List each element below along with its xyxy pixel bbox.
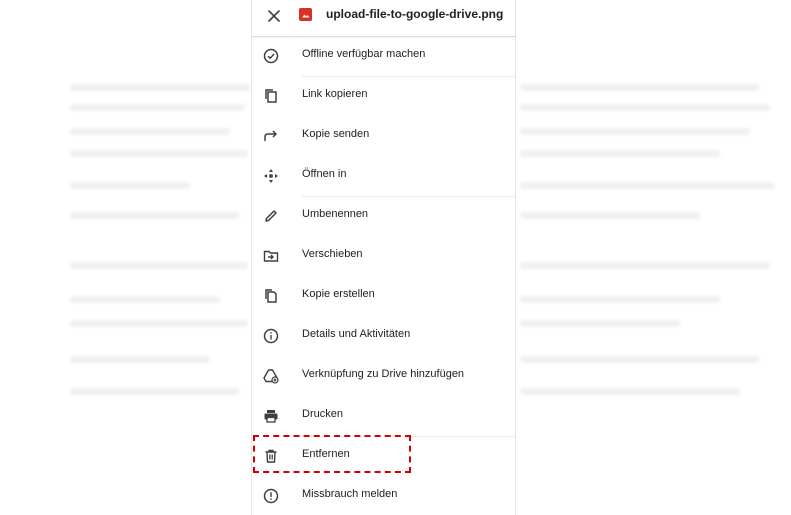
- menu-item-open-in[interactable]: Öffnen in: [252, 156, 515, 196]
- file-actions-sheet: upload-file-to-google-drive.png Offline …: [251, 0, 516, 515]
- screen: upload-file-to-google-drive.png Offline …: [0, 0, 791, 515]
- image-file-icon: [299, 8, 312, 21]
- menu-item-label: Drucken: [302, 408, 343, 420]
- menu-item-offline[interactable]: Offline verfügbar machen: [252, 36, 515, 76]
- menu-item-label: Offline verfügbar machen: [302, 48, 426, 60]
- menu-item-print[interactable]: Drucken: [252, 396, 515, 436]
- menu-item-label: Verschieben: [302, 248, 363, 260]
- menu-item-label: Öffnen in: [302, 168, 347, 180]
- trash-icon: [262, 447, 280, 465]
- menu-item-remove[interactable]: Entfernen: [252, 436, 515, 476]
- info-icon: [262, 327, 280, 345]
- send-arrow-icon: [262, 127, 280, 145]
- menu-item-report-abuse[interactable]: Missbrauch melden: [252, 476, 515, 515]
- printer-icon: [262, 407, 280, 425]
- menu-item-rename[interactable]: Umbenennen: [252, 196, 515, 236]
- menu-item-label: Missbrauch melden: [302, 488, 398, 500]
- menu-item-label: Link kopieren: [302, 88, 368, 100]
- copy-link-icon: [262, 87, 280, 105]
- menu-item-send-copy[interactable]: Kopie senden: [252, 116, 515, 156]
- close-icon[interactable]: [264, 6, 284, 26]
- menu-item-add-shortcut[interactable]: Verknüpfung zu Drive hinzufügen: [252, 356, 515, 396]
- offline-check-icon: [262, 47, 280, 65]
- report-icon: [262, 487, 280, 505]
- menu-item-label: Kopie erstellen: [302, 288, 375, 300]
- menu-item-label: Verknüpfung zu Drive hinzufügen: [302, 368, 465, 380]
- menu-item-details[interactable]: Details und Aktivitäten: [252, 316, 515, 356]
- open-in-move-icon: [262, 167, 280, 185]
- menu-item-label: Details und Aktivitäten: [302, 328, 411, 340]
- duplicate-icon: [262, 287, 280, 305]
- menu-item-move[interactable]: Verschieben: [252, 236, 515, 276]
- move-folder-icon: [262, 247, 280, 265]
- menu-item-make-copy[interactable]: Kopie erstellen: [252, 276, 515, 316]
- pencil-icon: [262, 207, 280, 225]
- sheet-header: upload-file-to-google-drive.png: [252, 0, 515, 37]
- menu-item-label: Entfernen: [302, 448, 350, 460]
- menu-item-label: Kopie senden: [302, 128, 370, 140]
- menu-item-copy-link[interactable]: Link kopieren: [252, 76, 515, 116]
- drive-shortcut-icon: [262, 367, 280, 385]
- menu-item-label: Umbenennen: [302, 208, 369, 220]
- file-name: upload-file-to-google-drive.png: [326, 7, 504, 21]
